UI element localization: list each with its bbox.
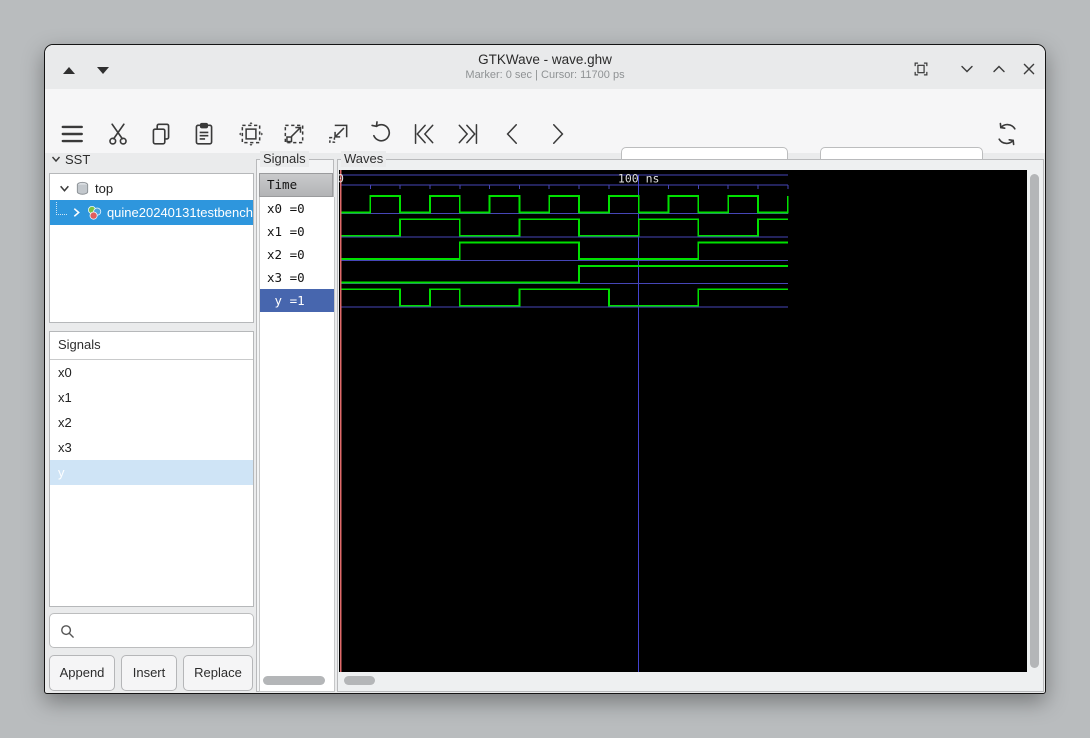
- sst-tree: top quine20240131testbench: [49, 173, 254, 323]
- reload-icon[interactable]: [994, 121, 1020, 147]
- waveform-trace-x0: [340, 195, 789, 214]
- module-icon: [87, 205, 102, 220]
- list-item[interactable]: x0: [50, 360, 253, 385]
- search-box: [49, 613, 254, 648]
- fetch-right-icon[interactable]: [544, 121, 570, 147]
- fetch-left-icon[interactable]: [500, 121, 526, 147]
- waves-vscrollbar[interactable]: [1028, 172, 1042, 670]
- sst-section: SST: [51, 152, 90, 167]
- maximize-icon[interactable]: [989, 59, 1009, 79]
- sst-label: SST: [65, 152, 91, 167]
- signal-name-list: x0 x1 x2 x3 y: [50, 360, 253, 485]
- shift-right-end-icon[interactable]: [455, 121, 481, 147]
- chevron-down-icon[interactable]: [51, 154, 61, 164]
- menu-icon[interactable]: [59, 121, 85, 147]
- paste-icon[interactable]: [191, 121, 217, 147]
- waves-panel: Waves 0 100 ns: [337, 151, 1044, 692]
- hierarchy-root-icon: [76, 181, 89, 195]
- tree-item-testbench[interactable]: quine20240131testbench: [50, 200, 253, 225]
- values-panel-legend: Signals: [260, 151, 309, 167]
- copy-icon[interactable]: [148, 121, 174, 147]
- gtkwave-window: GTKWave - wave.ghw Marker: 0 sec | Curso…: [44, 44, 1046, 694]
- list-item[interactable]: x1: [50, 385, 253, 410]
- table-row[interactable]: x1 =0: [260, 220, 334, 243]
- cut-icon[interactable]: [105, 121, 131, 147]
- tree-item-top[interactable]: top: [50, 177, 253, 200]
- undo-icon[interactable]: [368, 121, 394, 147]
- expander-right-icon[interactable]: [71, 207, 82, 218]
- replace-button[interactable]: Replace: [183, 655, 253, 691]
- append-button[interactable]: Append: [49, 655, 115, 691]
- values-hscrollbar[interactable]: [259, 673, 333, 689]
- list-item[interactable]: x2: [50, 410, 253, 435]
- search-icon: [61, 625, 74, 638]
- waves-panel-legend: Waves: [341, 151, 387, 167]
- table-row[interactable]: x2 =0: [260, 243, 334, 266]
- list-item[interactable]: x3: [50, 435, 253, 460]
- desktop: GTKWave - wave.ghw Marker: 0 sec | Curso…: [0, 0, 1090, 738]
- table-row[interactable]: x0 =0: [260, 197, 334, 220]
- waveform-trace-x1: [340, 218, 788, 237]
- waveform-trace-x3: [340, 265, 788, 284]
- facilities-header: Signals: [50, 332, 253, 360]
- table-row[interactable]: y =1: [260, 289, 334, 312]
- timescale-label: 100 ns: [618, 172, 660, 186]
- waves-hscrollbar[interactable]: [339, 673, 1043, 689]
- expander-down-icon[interactable]: [59, 183, 70, 194]
- fullscreen-icon[interactable]: [911, 59, 931, 79]
- facilities-panel: Signals x0 x1 x2 x3 y: [49, 331, 254, 607]
- values-panel: Signals Time x0 =0 x1 =0 x2 =0 x3 =0 y =1: [256, 151, 335, 692]
- marker-cursor-status: Marker: 0 sec | Cursor: 11700 ps: [465, 69, 625, 81]
- tree-item-label: quine20240131testbench: [106, 205, 253, 220]
- waveform-trace-y: [340, 288, 788, 307]
- tree-item-label: top: [95, 181, 114, 196]
- toolbar: From: To:: [45, 89, 1045, 183]
- close-icon[interactable]: [1019, 59, 1039, 79]
- table-row[interactable]: x3 =0: [260, 266, 334, 289]
- minimize-icon[interactable]: [957, 59, 977, 79]
- tree-connector: [56, 202, 67, 215]
- zoom-in-icon[interactable]: [325, 121, 351, 147]
- wave-canvas[interactable]: 0 100 ns: [339, 170, 1027, 672]
- waveform-trace-x2: [340, 241, 788, 260]
- search-input[interactable]: [80, 617, 252, 646]
- values-list: x0 =0 x1 =0 x2 =0 x3 =0 y =1: [259, 197, 335, 692]
- time-column-header[interactable]: Time: [259, 173, 333, 197]
- zoom-fit-icon[interactable]: [238, 121, 264, 147]
- insert-button[interactable]: Insert: [121, 655, 177, 691]
- shift-left-end-icon[interactable]: [411, 121, 437, 147]
- window-title: GTKWave - wave.ghw: [478, 52, 612, 67]
- list-item[interactable]: y: [50, 460, 253, 485]
- wave-canvas-svg: 0 100 ns: [339, 170, 789, 672]
- timescale-label: 0: [339, 172, 344, 186]
- zoom-out-full-icon[interactable]: [281, 121, 307, 147]
- titlebar: GTKWave - wave.ghw Marker: 0 sec | Curso…: [45, 45, 1045, 90]
